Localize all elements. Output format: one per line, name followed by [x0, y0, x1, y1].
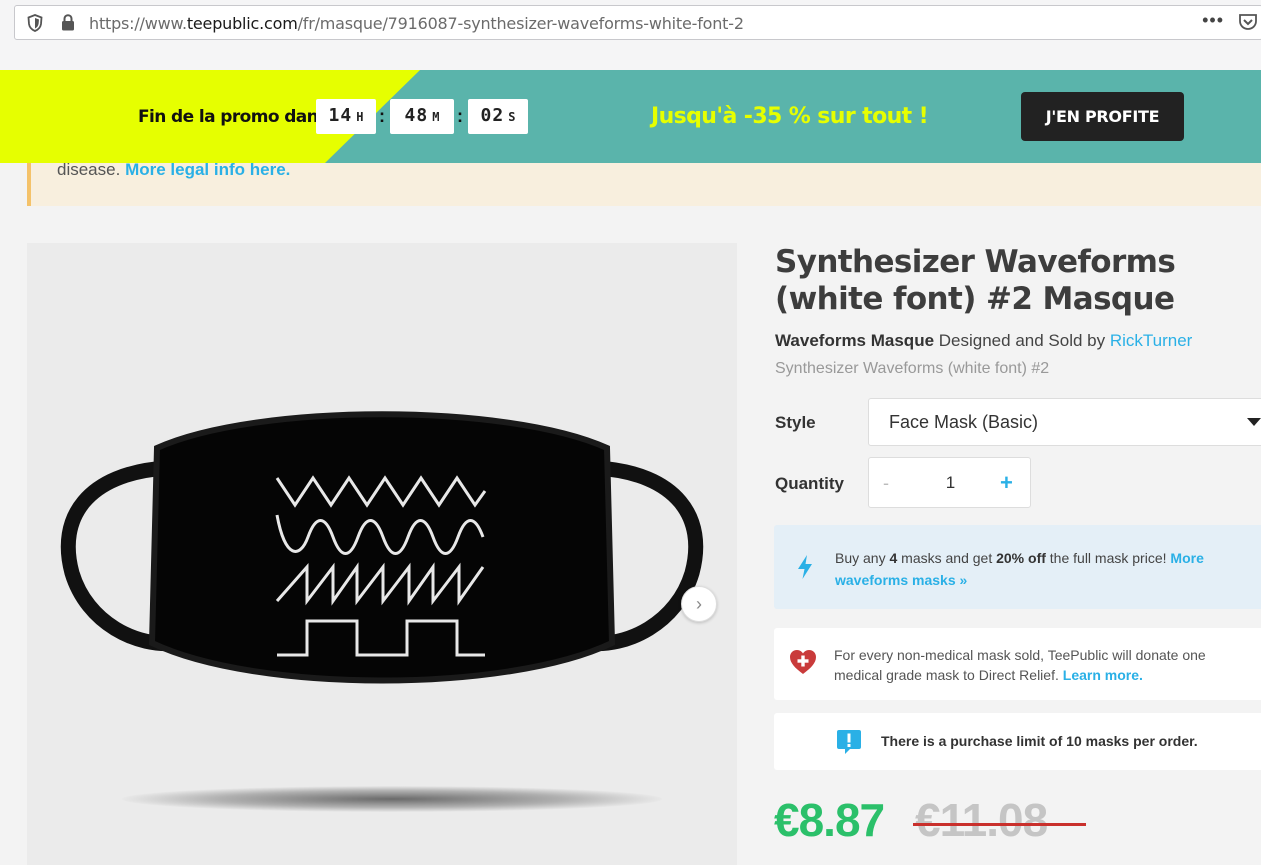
donation-text: For every non-medical mask sold, TeePubl… — [834, 647, 1206, 683]
product-image-panel: › — [27, 243, 737, 865]
style-select[interactable]: Face Mask (Basic) — [868, 398, 1261, 446]
countdown-minutes: 48 M — [390, 99, 454, 134]
countdown-label: Fin de la promo dans — [138, 107, 328, 127]
quantity-label: Quantity — [775, 474, 844, 493]
countdown-separator: : — [379, 106, 385, 126]
designer-link[interactable]: RickTurner — [1110, 331, 1193, 350]
url-text[interactable]: https://www.teepublic.com/fr/masque/7916… — [89, 14, 744, 33]
countdown-seconds: 02 S — [468, 99, 528, 134]
design-subtitle: Synthesizer Waveforms (white font) #2 — [775, 360, 1050, 377]
promo-banner: Fin de la promo dans 14 H : 48 M : 02 S Jus… — [0, 70, 1261, 163]
address-bar[interactable]: https://www.teepublic.com/fr/masque/7916… — [14, 5, 1261, 40]
promo-deal-text: Jusqu'à -35 % sur tout ! — [651, 104, 929, 129]
chevron-down-icon — [1247, 418, 1261, 426]
countdown-hours: 14 H — [316, 99, 376, 134]
page-actions-menu-icon[interactable]: ••• — [1202, 10, 1224, 31]
quantity-increase-button[interactable]: + — [1000, 470, 1013, 496]
bundle-offer-text: Buy any 4 masks and get 20% off the full… — [835, 550, 1204, 588]
mask-shadow — [122, 786, 662, 812]
purchase-limit-box: There is a purchase limit of 10 masks pe… — [774, 713, 1261, 770]
original-price: €11.08 — [913, 793, 1086, 847]
sale-price: €8.87 — [774, 794, 885, 846]
countdown-separator: : — [457, 106, 463, 126]
learn-more-link[interactable]: Learn more. — [1063, 667, 1143, 683]
design-name: Waveforms Masque — [775, 331, 935, 350]
lock-icon[interactable] — [61, 14, 75, 36]
product-title: Synthesizer Waveforms (white font) #2 Ma… — [775, 244, 1176, 317]
tracking-shield-icon[interactable] — [27, 14, 43, 37]
lightning-icon — [796, 554, 814, 585]
quantity-stepper: - 1 + — [868, 457, 1031, 508]
promo-cta-button[interactable]: J'EN PROFITE — [1021, 92, 1184, 141]
strikethrough-line — [913, 823, 1086, 826]
heart-plus-icon — [789, 649, 817, 680]
donation-box: For every non-medical mask sold, TeePubl… — [774, 628, 1261, 700]
face-mask-image — [60, 411, 704, 684]
style-label: Style — [775, 413, 816, 432]
pocket-icon[interactable] — [1238, 13, 1258, 36]
legal-info-link[interactable]: More legal info here. — [125, 160, 290, 179]
purchase-limit-text: There is a purchase limit of 10 masks pe… — [881, 733, 1198, 749]
browser-toolbar: https://www.teepublic.com/fr/masque/7916… — [0, 0, 1261, 70]
design-byline: Waveforms Masque Designed and Sold by Ri… — [775, 331, 1193, 350]
legal-notice-text: disease. More legal info here. — [57, 160, 291, 179]
next-image-arrow-icon[interactable]: › — [681, 586, 717, 622]
legal-notice: disease. More legal info here. — [27, 160, 1261, 206]
alert-bubble-icon — [836, 729, 862, 760]
bundle-offer-box: Buy any 4 masks and get 20% off the full… — [774, 525, 1261, 609]
